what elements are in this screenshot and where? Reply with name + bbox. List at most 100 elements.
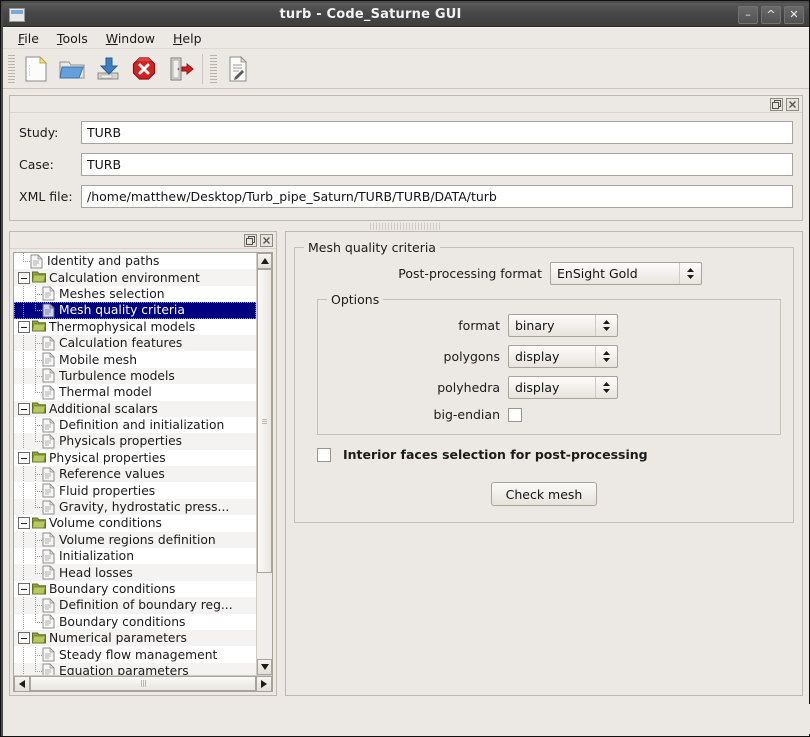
tree-item[interactable]: Fluid properties: [14, 482, 256, 499]
maximize-button[interactable]: ^: [761, 5, 781, 24]
run-script-icon[interactable]: [222, 53, 254, 85]
menu-window[interactable]: Window: [97, 29, 164, 48]
tree-item[interactable]: Meshes selection: [14, 285, 256, 302]
tree-item[interactable]: Gravity, hydrostatic press...: [14, 498, 256, 516]
scroll-left-icon[interactable]: [14, 676, 30, 691]
tree-item[interactable]: Head losses: [14, 564, 256, 581]
close-dock-icon[interactable]: [260, 233, 273, 247]
scroll-up-icon[interactable]: [257, 253, 272, 269]
tree-item[interactable]: Physicals properties: [14, 433, 256, 450]
tree-branch-line: [18, 531, 30, 548]
tree-branch-line: [30, 646, 42, 663]
app-window: turb - Code_Saturne GUI – ^ ✕ File Tools…: [0, 0, 810, 737]
toolbar-grip-2[interactable]: [210, 54, 217, 83]
tree-item[interactable]: Mobile mesh: [14, 351, 256, 368]
tree-item[interactable]: Thermophysical models: [14, 319, 256, 335]
tree-vscroll-thumb[interactable]: [257, 269, 272, 574]
navigation-tree[interactable]: Identity and paths Calculation environmen…: [14, 253, 256, 675]
tree-item[interactable]: Equation parameters: [14, 662, 256, 675]
tree-item-label: Reference values: [59, 467, 165, 482]
interior-faces-label: Interior faces selection for post-proces…: [343, 447, 648, 462]
format-combo[interactable]: binary: [508, 314, 618, 337]
tree-vscroll-track[interactable]: [257, 269, 272, 659]
tree-hscroll-track[interactable]: [30, 676, 256, 691]
splitter-grip: [370, 222, 442, 230]
tree-item[interactable]: Additional scalars: [14, 400, 256, 417]
tree-item[interactable]: Boundary conditions: [14, 581, 256, 597]
scroll-right-icon[interactable]: [256, 676, 272, 691]
case-field[interactable]: TURB: [81, 153, 793, 176]
tree-item[interactable]: Steady flow management: [14, 646, 256, 663]
big-endian-label: big-endian: [433, 407, 500, 422]
scroll-down-icon[interactable]: [257, 659, 272, 675]
interior-faces-checkbox[interactable]: [317, 447, 331, 462]
tree-item[interactable]: Initialization: [14, 548, 256, 565]
menu-file[interactable]: File: [9, 29, 48, 48]
tree-branch-line: [18, 499, 30, 516]
tree-collapse-icon[interactable]: [18, 583, 30, 595]
tree-item[interactable]: Calculation environment: [14, 269, 256, 286]
stop-icon[interactable]: [128, 53, 160, 85]
chevron-updown-icon: [595, 346, 617, 367]
big-endian-checkbox[interactable]: [508, 407, 522, 422]
undock-icon[interactable]: [244, 233, 257, 247]
check-mesh-button[interactable]: Check mesh: [490, 482, 598, 506]
tree-horizontal-scrollbar[interactable]: [14, 675, 272, 691]
tree-branch-line: [30, 482, 42, 499]
status-bar: [5, 704, 810, 734]
save-icon[interactable]: [92, 53, 124, 85]
postproc-format-combo[interactable]: EnSight Gold: [550, 262, 702, 285]
polyhedra-combo[interactable]: display: [508, 376, 618, 399]
quit-icon[interactable]: [164, 53, 196, 85]
tree-branch-line: [30, 384, 42, 400]
tree-collapse-icon[interactable]: [18, 451, 30, 464]
tree-item[interactable]: Definition of boundary reg...: [14, 597, 256, 614]
xml-file-field[interactable]: /home/matthew/Desktop/Turb_pipe_Saturn/T…: [81, 185, 793, 208]
tree-branch-line: [30, 433, 42, 449]
tree-item-selected[interactable]: Mesh quality criteria: [14, 302, 256, 319]
tree-item[interactable]: Identity and paths: [14, 253, 256, 269]
menu-help[interactable]: Help: [164, 29, 211, 48]
folder-icon: [32, 319, 46, 334]
polygons-combo[interactable]: display: [508, 345, 618, 368]
tree-item[interactable]: Physical properties: [14, 450, 256, 466]
splitter-handle[interactable]: [3, 221, 809, 231]
tree-item-label: Fluid properties: [59, 483, 156, 498]
close-dock-icon[interactable]: [786, 97, 799, 111]
tree-item[interactable]: Volume regions definition: [14, 531, 256, 549]
postproc-format-value: EnSight Gold: [557, 266, 638, 281]
menu-tools[interactable]: Tools: [48, 29, 97, 48]
tree-collapse-icon[interactable]: [18, 271, 30, 284]
tree-collapse-icon[interactable]: [18, 402, 30, 415]
minimize-button[interactable]: –: [738, 5, 758, 24]
tree-item[interactable]: Calculation features: [14, 334, 256, 352]
tree-item-label: Definition of boundary reg...: [59, 598, 233, 613]
tree-item[interactable]: Boundary conditions: [14, 613, 256, 630]
tree-item-label: Equation parameters: [59, 663, 189, 675]
tree-item-label: Gravity, hydrostatic press...: [59, 500, 230, 515]
tree-item[interactable]: Turbulence models: [14, 367, 256, 385]
tree-item[interactable]: Volume conditions: [14, 515, 256, 531]
tree-item[interactable]: Reference values: [14, 466, 256, 483]
tree-item-label: Thermophysical models: [49, 319, 196, 334]
tree-hscroll-thumb[interactable]: [30, 676, 256, 691]
tree-item[interactable]: Thermal model: [14, 384, 256, 401]
menu-tools-rest: ools: [62, 30, 88, 46]
tree-branch-line: [18, 384, 30, 401]
tree-collapse-icon[interactable]: [18, 517, 30, 530]
close-button[interactable]: ✕: [784, 5, 804, 24]
open-folder-icon[interactable]: [56, 53, 88, 85]
tree-collapse-icon[interactable]: [18, 632, 30, 645]
tree-collapse-icon[interactable]: [18, 320, 30, 333]
window-title: turb - Code_Saturne GUI: [279, 7, 462, 22]
tree-item[interactable]: Definition and initialization: [14, 417, 256, 434]
tree-vertical-scrollbar[interactable]: [256, 253, 272, 675]
toolbar-grip[interactable]: [8, 54, 15, 83]
tree-item[interactable]: Numerical parameters: [14, 629, 256, 647]
menu-window-mnemonic: W: [105, 30, 118, 46]
study-field[interactable]: TURB: [81, 121, 793, 144]
new-case-icon[interactable]: [20, 53, 52, 85]
undock-icon[interactable]: [770, 97, 783, 111]
identity-dock-titlebar: [10, 96, 802, 113]
tree-branch-line: [18, 466, 30, 483]
